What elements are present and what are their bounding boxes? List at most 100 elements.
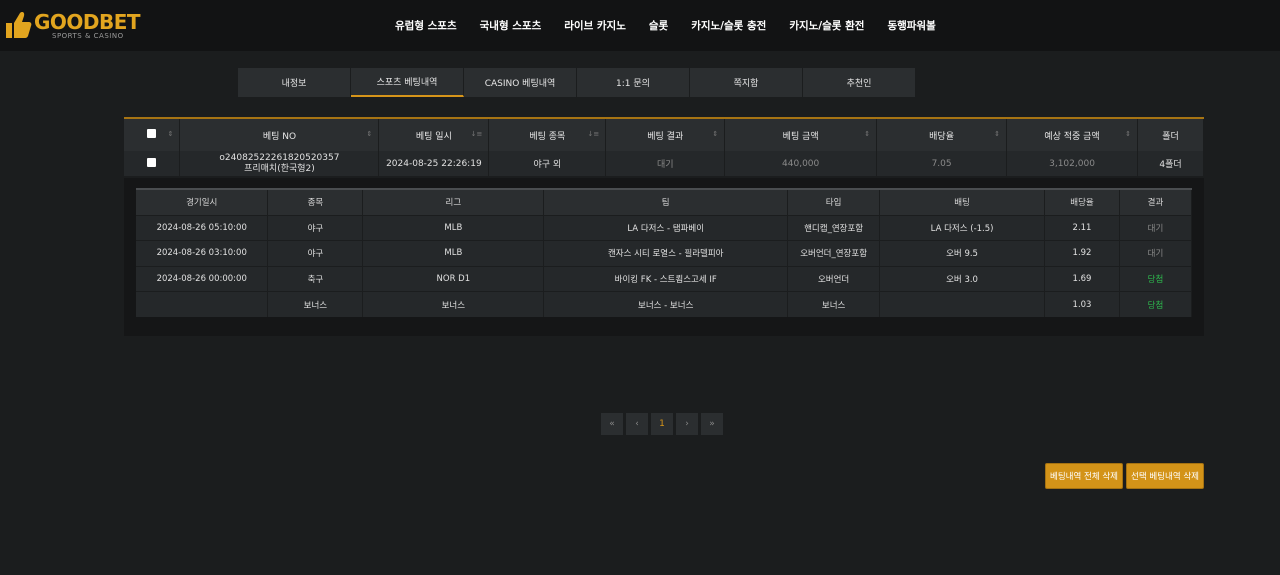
game-pick: LA 다저스 (-1.5) [879,214,1046,241]
last-page-button[interactable]: » [701,413,723,435]
detail-row: 2024-08-26 03:10:00 야구 MLB 캔자스 시티 로열스 - … [136,240,1193,266]
sort-desc-icon: ↓≡ [470,130,483,138]
game-team: 보너스 - 보너스 [543,291,789,317]
nav-euro-sports[interactable]: 유럽형 스포츠 [395,18,457,33]
game-odds: 1.03 [1044,291,1120,317]
bet-result: 대기 [605,151,726,176]
game-type: 보너스 [787,291,881,317]
tab-inquiry[interactable]: 1:1 문의 [577,68,690,97]
game-pick: 오버 3.0 [879,265,1046,292]
game-date: 2024-08-26 03:10:00 [136,240,269,266]
nav-slot[interactable]: 슬롯 [649,18,668,33]
game-league: MLB [362,214,545,241]
nav-korean-sports[interactable]: 국내형 스포츠 [480,18,542,33]
logo[interactable]: GOODBET SPORTS & CASINO [4,8,154,42]
game-date: 2024-08-26 00:00:00 [136,265,269,292]
nav-deposit[interactable]: 카지노/슬롯 충전 [691,18,766,33]
tab-messages[interactable]: 쪽지함 [690,68,803,97]
nav-withdraw[interactable]: 카지노/슬롯 환전 [789,18,864,33]
select-all-header: ⇕ [124,119,181,151]
game-league: MLB [362,240,545,266]
detail-column-header: 종목 [267,188,364,215]
bet-table: ⇕ 베팅 NO ⇕ 베팅 일시 ↓≡ 베팅 종목 ↓≡ 베팅 결과 ⇕ 베팅 금액 ⇕ 배… [124,119,1205,176]
sort-icon: ⇕ [1125,130,1131,138]
delete-all-button[interactable]: 베팅내역 전체 삭제 [1045,463,1123,489]
nav-powerball[interactable]: 동행파워볼 [887,18,935,33]
game-team: LA 다저스 - 탬파베이 [543,214,789,241]
detail-row: 2024-08-26 00:00:00 축구 NOR D1 바이킹 FK - 스… [136,265,1193,292]
bet-expected: 3,102,000 [1006,151,1138,176]
game-pick: 오버 9.5 [879,240,1046,266]
prev-page-button[interactable]: ‹ [626,413,648,435]
tab-my-info[interactable]: 내정보 [238,68,351,97]
tab-casino-bets[interactable]: CASINO 베팅내역 [464,68,577,97]
sort-desc-icon: ↓≡ [587,130,600,138]
top-navbar: GOODBET SPORTS & CASINO 유럽형 스포츠 국내형 스포츠 … [0,0,1280,51]
tab-referral[interactable]: 추천인 [803,68,916,97]
first-page-button[interactable]: « [601,413,623,435]
game-league: NOR D1 [362,265,545,292]
detail-column-header: 팀 [543,188,789,215]
tab-sports-bets[interactable]: 스포츠 베팅내역 [351,68,464,97]
column-header[interactable]: 베팅 종목 ↓≡ [488,119,607,151]
game-date [136,291,269,317]
sort-icon: ⇕ [366,130,373,138]
column-header[interactable]: 예상 적중 금액 ⇕ [1006,119,1138,151]
bet-sport: 야구 외 [488,151,607,176]
sort-icon: ⇕ [864,130,871,138]
nav-live-casino[interactable]: 라이브 카지노 [564,18,626,33]
column-header[interactable]: 배당율 ⇕ [876,119,1008,151]
thumbs-up-icon [6,12,32,38]
row-checkbox[interactable] [147,157,157,167]
game-sport: 야구 [267,214,364,241]
bet-type: 프리매치(한국형2) [244,163,315,174]
detail-row: 보너스 보너스 보너스 - 보너스 보너스 1.03 당첨 [136,291,1193,317]
sort-icon: ⇕ [994,130,1001,138]
bet-detail-panel: 경기일시 종목 리그 팀 타입 배팅 배당율 결과 2024-08-26 05:… [124,178,1204,336]
mypage-tabs: 내정보 스포츠 베팅내역 CASINO 베팅내역 1:1 문의 쪽지함 추천인 [238,68,916,97]
game-odds: 1.92 [1044,240,1120,266]
detail-column-header: 타입 [787,188,881,215]
game-result: 대기 [1119,214,1193,241]
bet-detail-table: 경기일시 종목 리그 팀 타입 배팅 배당율 결과 2024-08-26 05:… [136,188,1193,317]
game-type: 오버언더 [787,265,881,292]
column-header[interactable]: 베팅 결과 ⇕ [605,119,726,151]
bet-amount: 440,000 [724,151,878,176]
detail-column-header: 경기일시 [136,188,269,215]
delete-selected-button[interactable]: 선택 베팅내역 삭제 [1126,463,1204,489]
column-header[interactable]: 베팅 일시 ↓≡ [378,119,490,151]
game-sport: 야구 [267,240,364,266]
game-type: 오버언더_연장포함 [787,240,881,266]
detail-row: 2024-08-26 05:10:00 야구 MLB LA 다저스 - 탬파베이… [136,214,1193,241]
game-league: 보너스 [362,291,545,317]
next-page-button[interactable]: › [676,413,698,435]
detail-header-row: 경기일시 종목 리그 팀 타입 배팅 배당율 결과 [136,188,1193,215]
brand-name: GOODBET [34,10,141,34]
detail-column-header: 배팅 [879,188,1046,215]
current-page-button[interactable]: 1 [651,413,673,435]
detail-column-header: 리그 [362,188,545,215]
column-header[interactable]: 베팅 NO ⇕ [179,119,380,151]
game-result: 당첨 [1119,291,1193,317]
bet-no: o24082522261820520357 [219,152,340,163]
table-header-row: ⇕ 베팅 NO ⇕ 베팅 일시 ↓≡ 베팅 종목 ↓≡ 베팅 결과 ⇕ 베팅 금액 ⇕ 배… [124,119,1205,151]
column-header[interactable]: 폴더 [1137,119,1205,151]
sort-icon[interactable]: ⇕ [168,130,174,138]
bet-list: ⇕ 베팅 NO ⇕ 베팅 일시 ↓≡ 베팅 종목 ↓≡ 베팅 결과 ⇕ 베팅 금액 ⇕ 배… [124,117,1205,176]
row-checkbox-cell [124,151,181,176]
table-row[interactable]: o24082522261820520357 프리매치(한국형2) 2024-08… [124,151,1205,176]
game-sport: 축구 [267,265,364,292]
select-all-checkbox[interactable] [147,129,157,138]
main-nav: 유럽형 스포츠 국내형 스포츠 라이브 카지노 슬롯 카지노/슬롯 충전 카지노… [395,0,959,51]
pagination: « ‹ 1 › » [601,413,726,435]
game-result: 대기 [1119,240,1193,266]
game-pick [879,291,1046,317]
bet-no-cell: o24082522261820520357 프리매치(한국형2) [179,151,380,176]
sort-icon: ⇕ [712,130,719,138]
bet-folder: 4폴더 [1137,151,1205,176]
column-header[interactable]: 베팅 금액 ⇕ [724,119,878,151]
game-type: 핸디캡_연장포함 [787,214,881,241]
detail-column-header: 결과 [1119,188,1193,215]
game-team: 바이킹 FK - 스트룀스고세 IF [543,265,789,292]
game-date: 2024-08-26 05:10:00 [136,214,269,241]
